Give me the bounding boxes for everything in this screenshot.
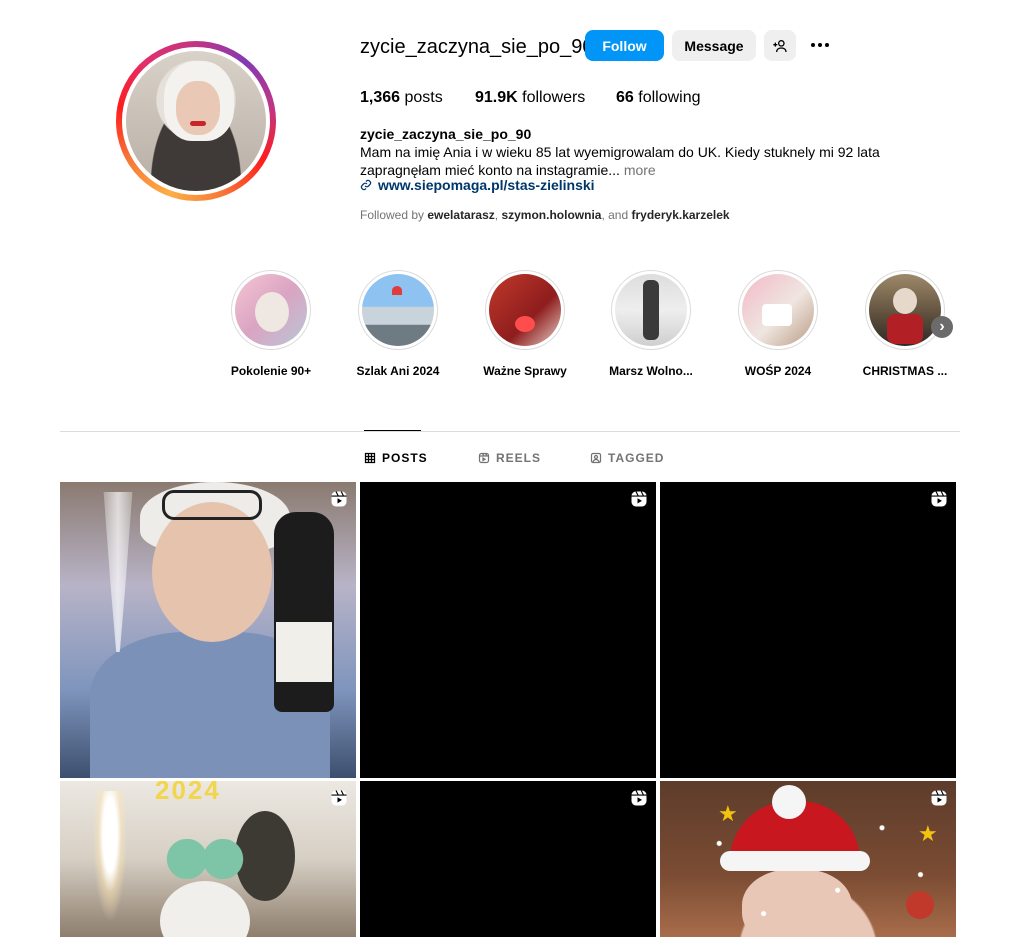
bio-name: zycie_zaczyna_sie_po_90 <box>360 126 532 142</box>
highlights-next-button[interactable]: › <box>931 316 953 338</box>
posts-count: 1,366 posts <box>360 89 443 106</box>
profile-avatar-ring[interactable] <box>116 41 276 201</box>
bio-more-link[interactable]: more <box>624 162 656 178</box>
suggested-users-button[interactable] <box>764 30 796 61</box>
tagged-icon <box>590 452 602 464</box>
reel-icon <box>931 491 947 507</box>
star-icon: ★ <box>718 801 738 826</box>
link-icon <box>360 179 372 191</box>
highlight-label: Marsz Wolno... <box>609 364 693 378</box>
avatar[interactable] <box>122 47 270 195</box>
post-thumbnail[interactable] <box>360 482 656 778</box>
followed-by-text[interactable]: Followed by ewelatarasz, szymon.holownia… <box>360 208 730 222</box>
message-button[interactable]: Message <box>672 30 756 61</box>
star-icon: ★ <box>918 821 938 846</box>
reel-icon <box>631 491 647 507</box>
followers-link[interactable]: 91.9K followers <box>475 89 585 107</box>
reel-icon <box>331 491 347 507</box>
highlight-label: Szlak Ani 2024 <box>356 364 440 378</box>
highlight-item[interactable]: Ważne Sprawy <box>460 270 590 378</box>
tab-tagged[interactable]: TAGGED <box>590 451 664 465</box>
following-link[interactable]: 66 following <box>616 89 701 107</box>
post-thumbnail[interactable]: ★ ★ <box>660 781 956 937</box>
post-thumbnail[interactable] <box>60 482 356 778</box>
post-thumbnail[interactable] <box>360 781 656 937</box>
tabs-divider <box>60 431 960 432</box>
highlight-label: Pokolenie 90+ <box>230 364 312 378</box>
bio-external-link[interactable]: www.siepomaga.pl/stas-zielinski <box>360 177 595 193</box>
profile-username: zycie_zaczyna_sie_po_90 <box>360 36 594 58</box>
reel-icon <box>631 790 647 806</box>
reel-icon <box>331 790 347 806</box>
highlight-item[interactable]: Szlak Ani 2024 <box>333 270 463 378</box>
highlight-label: Ważne Sprawy <box>483 364 567 378</box>
bio-text: Mam na imię Ania i w wieku 85 lat wyemig… <box>360 144 880 178</box>
tab-posts[interactable]: POSTS <box>364 451 428 465</box>
grid-icon <box>364 452 376 464</box>
add-user-icon <box>773 39 787 52</box>
tab-reels[interactable]: REELS <box>478 451 541 465</box>
post-thumbnail[interactable]: 2024 <box>60 781 356 937</box>
highlight-item[interactable]: Marsz Wolno... <box>586 270 716 378</box>
reel-icon <box>931 790 947 806</box>
reels-icon <box>478 452 490 464</box>
more-options-icon[interactable] <box>807 34 833 56</box>
post-thumbnail[interactable] <box>660 482 956 778</box>
active-tab-indicator <box>364 430 421 431</box>
highlight-label: CHRISTMAS ... <box>862 364 948 378</box>
follow-button[interactable]: Follow <box>585 30 664 61</box>
highlight-label: WOŚP 2024 <box>744 364 812 378</box>
post-overlay-text: 2024 <box>155 781 221 805</box>
highlight-item[interactable]: Pokolenie 90+ <box>206 270 336 378</box>
highlight-item[interactable]: WOŚP 2024 <box>713 270 843 378</box>
chevron-right-icon: › <box>939 318 945 335</box>
